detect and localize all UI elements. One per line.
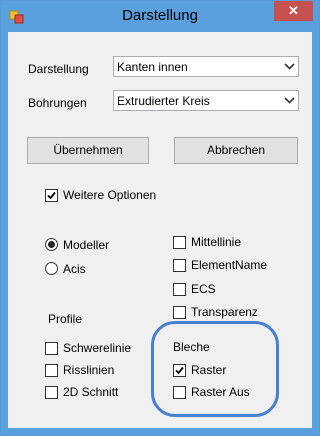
ecs-label: ECS — [191, 282, 216, 296]
bohrungen-label: Bohrungen — [28, 96, 87, 110]
ecs-checkbox[interactable] — [173, 283, 186, 296]
bohrungen-value: Extrudierter Kreis — [117, 94, 210, 108]
chevron-down-icon[interactable] — [281, 57, 298, 76]
mittellinie-checkbox[interactable] — [173, 236, 186, 249]
mittellinie-label: Mittellinie — [191, 235, 242, 249]
apply-button[interactable]: Übernehmen — [27, 137, 149, 164]
risslinien-checkbox[interactable] — [45, 364, 58, 377]
title-bar[interactable]: Darstellung ✕ — [1, 1, 319, 32]
cancel-button[interactable]: Abbrechen — [174, 137, 298, 164]
close-button[interactable]: ✕ — [274, 1, 313, 21]
chevron-down-icon[interactable] — [281, 91, 298, 110]
acis-label: Acis — [63, 262, 86, 276]
2d-schnitt-checkbox[interactable] — [45, 386, 58, 399]
risslinien-label: Risslinien — [63, 363, 115, 377]
schwerelinie-checkbox[interactable] — [45, 342, 58, 355]
darstellung-value: Kanten innen — [117, 60, 188, 74]
acis-radio[interactable] — [45, 262, 58, 275]
transparenz-checkbox[interactable] — [173, 306, 186, 319]
transparenz-label: Transparenz — [191, 305, 258, 319]
modeller-radio[interactable] — [45, 238, 58, 251]
dialog-window: Darstellung ✕ Darstellung Kanten innen B… — [0, 0, 320, 436]
window-title: Darstellung — [122, 7, 198, 24]
more-options-label: Weitere Optionen — [63, 188, 157, 202]
modeller-label: Modeller — [63, 238, 110, 252]
darstellung-dropdown[interactable]: Kanten innen — [113, 56, 299, 77]
2d-schnitt-label: 2D Schnitt — [63, 385, 119, 399]
more-options-checkbox[interactable] — [45, 189, 58, 202]
bleche-highlight-outline — [151, 321, 279, 417]
darstellung-label: Darstellung — [28, 62, 89, 76]
elementname-checkbox[interactable] — [173, 259, 186, 272]
elementname-label: ElementName — [191, 258, 268, 272]
schwerelinie-label: Schwerelinie — [63, 341, 132, 355]
profile-heading: Profile — [48, 312, 83, 326]
bohrungen-dropdown[interactable]: Extrudierter Kreis — [113, 90, 299, 111]
